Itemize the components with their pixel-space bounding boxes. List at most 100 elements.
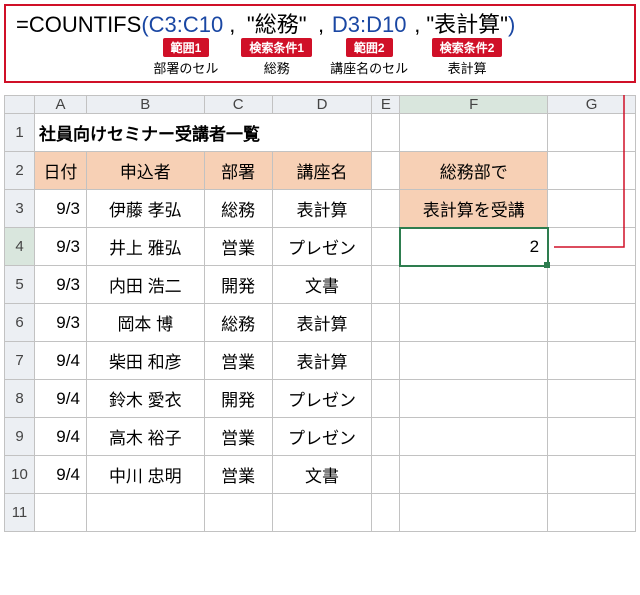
cell-D4[interactable]: プレゼン (272, 228, 372, 266)
row-header-11[interactable]: 11 (5, 494, 35, 532)
cell-C11[interactable] (204, 494, 272, 532)
row-header-9[interactable]: 9 (5, 418, 35, 456)
cell-D2[interactable]: 講座名 (272, 152, 372, 190)
cell-B9[interactable]: 高木 裕子 (86, 418, 204, 456)
cell-F6[interactable] (400, 304, 548, 342)
annotation-sub-range2: 講座名のセル (330, 58, 408, 77)
cell-C6[interactable]: 総務 (204, 304, 272, 342)
cell-G7[interactable] (548, 342, 636, 380)
cell-D3[interactable]: 表計算 (272, 190, 372, 228)
cell-G5[interactable] (548, 266, 636, 304)
cell-D10[interactable]: 文書 (272, 456, 372, 494)
cell-B10[interactable]: 中川 忠明 (86, 456, 204, 494)
col-header-C[interactable]: C (204, 96, 272, 114)
cell-B7[interactable]: 柴田 和彦 (86, 342, 204, 380)
paren-open: ( (141, 12, 148, 38)
col-header-A[interactable]: A (34, 96, 86, 114)
cell-C8[interactable]: 開発 (204, 380, 272, 418)
cell-B2[interactable]: 申込者 (86, 152, 204, 190)
cell-D7[interactable]: 表計算 (272, 342, 372, 380)
cell-D8[interactable]: プレゼン (272, 380, 372, 418)
row-header-10[interactable]: 10 (5, 456, 35, 494)
cell-F8[interactable] (400, 380, 548, 418)
cell-E7[interactable] (372, 342, 400, 380)
cell-D11[interactable] (272, 494, 372, 532)
cell-G4[interactable] (548, 228, 636, 266)
cell-A8[interactable]: 9/4 (34, 380, 86, 418)
cell-C2[interactable]: 部署 (204, 152, 272, 190)
cell-E3[interactable] (372, 190, 400, 228)
cell-F2[interactable]: 総務部で (400, 152, 548, 190)
cell-C3[interactable]: 総務 (204, 190, 272, 228)
cell-B4[interactable]: 井上 雅弘 (86, 228, 204, 266)
col-header-D[interactable]: D (272, 96, 372, 114)
col-header-E[interactable]: E (372, 96, 400, 114)
cell-D9[interactable]: プレゼン (272, 418, 372, 456)
row-header-4[interactable]: 4 (5, 228, 35, 266)
cell-E8[interactable] (372, 380, 400, 418)
cell-E1[interactable] (372, 114, 400, 152)
cell-E5[interactable] (372, 266, 400, 304)
cell-title[interactable]: 社員向けセミナー受講者一覧 (34, 114, 371, 152)
cell-F4-selected[interactable]: 2 (400, 228, 548, 266)
cell-F7[interactable] (400, 342, 548, 380)
cell-F9[interactable] (400, 418, 548, 456)
cell-A7[interactable]: 9/4 (34, 342, 86, 380)
annotation-tag-range1: 範囲1 (163, 38, 210, 57)
cell-A11[interactable] (34, 494, 86, 532)
corner-cell[interactable] (5, 96, 35, 114)
cell-A4[interactable]: 9/3 (34, 228, 86, 266)
row-header-8[interactable]: 8 (5, 380, 35, 418)
cell-G3[interactable] (548, 190, 636, 228)
cell-A5[interactable]: 9/3 (34, 266, 86, 304)
cell-G2[interactable] (548, 152, 636, 190)
row-header-5[interactable]: 5 (5, 266, 35, 304)
cell-F10[interactable] (400, 456, 548, 494)
cell-E10[interactable] (372, 456, 400, 494)
col-header-G[interactable]: G (548, 96, 636, 114)
cell-C7[interactable]: 営業 (204, 342, 272, 380)
row-header-2[interactable]: 2 (5, 152, 35, 190)
cell-F11[interactable] (400, 494, 548, 532)
cell-B6[interactable]: 岡本 博 (86, 304, 204, 342)
cell-E2[interactable] (372, 152, 400, 190)
row-header-6[interactable]: 6 (5, 304, 35, 342)
grid-table[interactable]: A B C D E F G 1 社員向けセミナー受講者一覧 2 日付 申込者 部… (4, 95, 636, 532)
cell-A6[interactable]: 9/3 (34, 304, 86, 342)
cell-F3[interactable]: 表計算を受講 (400, 190, 548, 228)
cell-E9[interactable] (372, 418, 400, 456)
cell-G9[interactable] (548, 418, 636, 456)
cell-A3[interactable]: 9/3 (34, 190, 86, 228)
cell-B5[interactable]: 内田 浩二 (86, 266, 204, 304)
cell-B3[interactable]: 伊藤 孝弘 (86, 190, 204, 228)
cell-D6[interactable]: 表計算 (272, 304, 372, 342)
cell-E11[interactable] (372, 494, 400, 532)
cell-F5[interactable] (400, 266, 548, 304)
cell-E4[interactable] (372, 228, 400, 266)
cell-B8[interactable]: 鈴木 愛衣 (86, 380, 204, 418)
cell-A9[interactable]: 9/4 (34, 418, 86, 456)
cell-G10[interactable] (548, 456, 636, 494)
col-header-B[interactable]: B (86, 96, 204, 114)
cell-C5[interactable]: 開発 (204, 266, 272, 304)
annotation-sub-criteria1: 総務 (264, 58, 290, 77)
cell-A2[interactable]: 日付 (34, 152, 86, 190)
col-header-F[interactable]: F (400, 96, 548, 114)
cell-C9[interactable]: 営業 (204, 418, 272, 456)
row-header-3[interactable]: 3 (5, 190, 35, 228)
formula-text: = COUNTIFS ( C3:C10 範囲1 部署のセル , "総務" 検索条… (16, 12, 624, 77)
cell-G11[interactable] (548, 494, 636, 532)
cell-G6[interactable] (548, 304, 636, 342)
cell-E6[interactable] (372, 304, 400, 342)
cell-D5[interactable]: 文書 (272, 266, 372, 304)
row-header-1[interactable]: 1 (5, 114, 35, 152)
cell-C10[interactable]: 営業 (204, 456, 272, 494)
formula-arg3: D3:D10 (332, 12, 407, 38)
cell-G8[interactable] (548, 380, 636, 418)
cell-F1[interactable] (400, 114, 548, 152)
cell-A10[interactable]: 9/4 (34, 456, 86, 494)
cell-G1[interactable] (548, 114, 636, 152)
cell-B11[interactable] (86, 494, 204, 532)
cell-C4[interactable]: 営業 (204, 228, 272, 266)
row-header-7[interactable]: 7 (5, 342, 35, 380)
